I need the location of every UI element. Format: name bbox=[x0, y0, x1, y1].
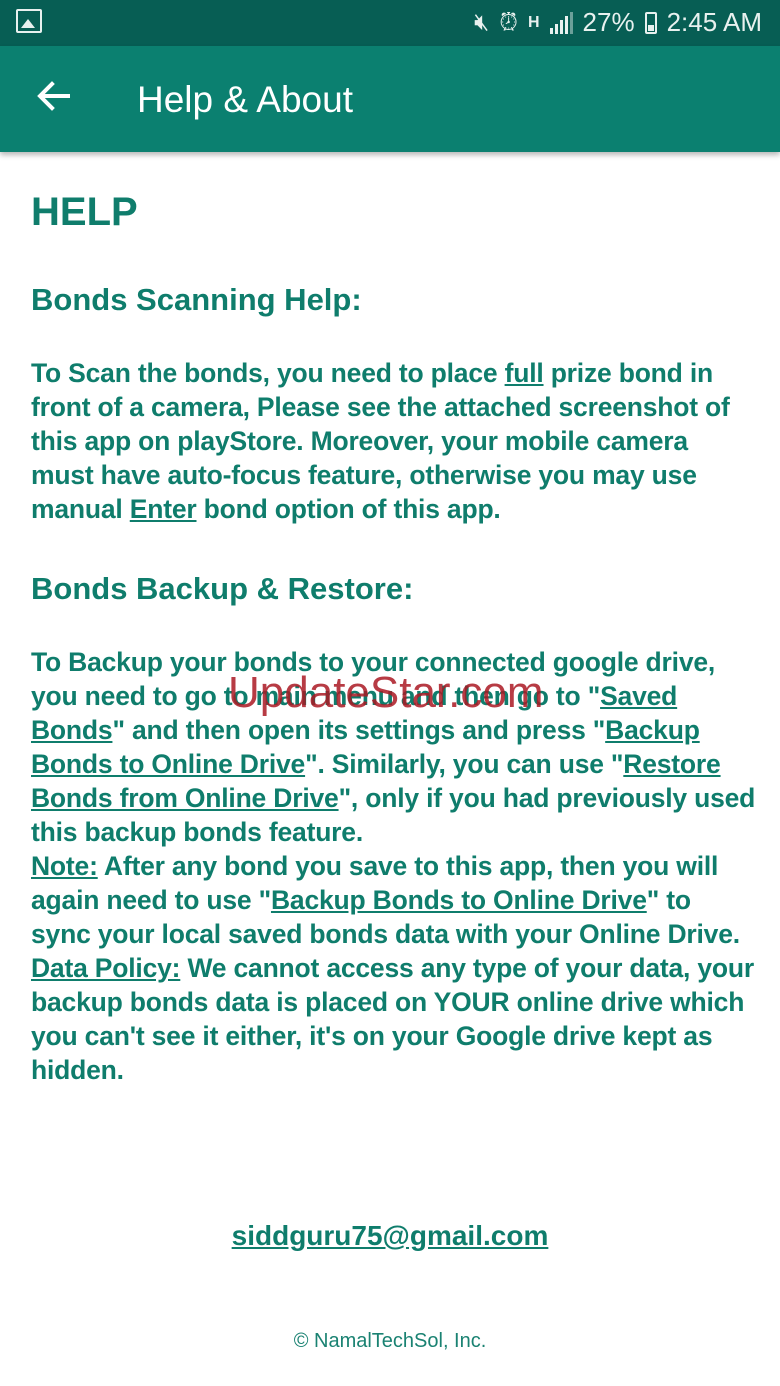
status-bar: 🔇︎ ⏰︎ H 27% 2:45 AM bbox=[0, 0, 780, 46]
battery-percent: 27% bbox=[582, 7, 635, 37]
alarm-icon: ⏰︎ bbox=[499, 8, 518, 36]
scanning-paragraph: To Scan the bonds, you need to place ful… bbox=[31, 356, 756, 526]
full-link[interactable]: full bbox=[505, 358, 544, 388]
enter-link[interactable]: Enter bbox=[130, 494, 197, 524]
page-title: Help & About bbox=[137, 79, 353, 120]
copyright-text: © NamalTechSol, Inc. bbox=[293, 1330, 487, 1352]
battery-icon bbox=[644, 11, 657, 34]
scanning-section-title: Bonds Scanning Help: bbox=[31, 282, 362, 317]
email-link[interactable]: siddguru75@gmail.com bbox=[0, 1220, 780, 1252]
help-content: HELP Bonds Scanning Help: To Scan the bo… bbox=[31, 190, 756, 1087]
backup-section-title: Bonds Backup & Restore: bbox=[31, 571, 414, 606]
note-link[interactable]: Note: bbox=[31, 851, 98, 881]
signal-icon bbox=[549, 11, 573, 34]
back-button[interactable] bbox=[34, 76, 74, 116]
network-type-icon: H bbox=[527, 13, 540, 31]
text: To Scan the bonds, you need to place bbox=[31, 358, 505, 388]
text: " and then open its settings and press " bbox=[112, 715, 606, 745]
data-policy-link[interactable]: Data Policy: bbox=[31, 953, 180, 983]
clock: 2:45 AM bbox=[666, 7, 762, 37]
app-bar: Help & About bbox=[0, 46, 780, 152]
text: bond option of this app. bbox=[196, 494, 501, 524]
backup-paragraph: To Backup your bonds to your connected g… bbox=[31, 645, 756, 1087]
backup-bonds-link-2[interactable]: Backup Bonds to Online Drive bbox=[271, 885, 647, 915]
mute-icon: 🔇︎ bbox=[474, 8, 490, 36]
arrow-left-icon bbox=[37, 81, 70, 111]
gallery-notification-icon bbox=[16, 9, 42, 33]
text: ". Similarly, you can use " bbox=[305, 749, 624, 779]
help-heading: HELP bbox=[31, 190, 138, 234]
